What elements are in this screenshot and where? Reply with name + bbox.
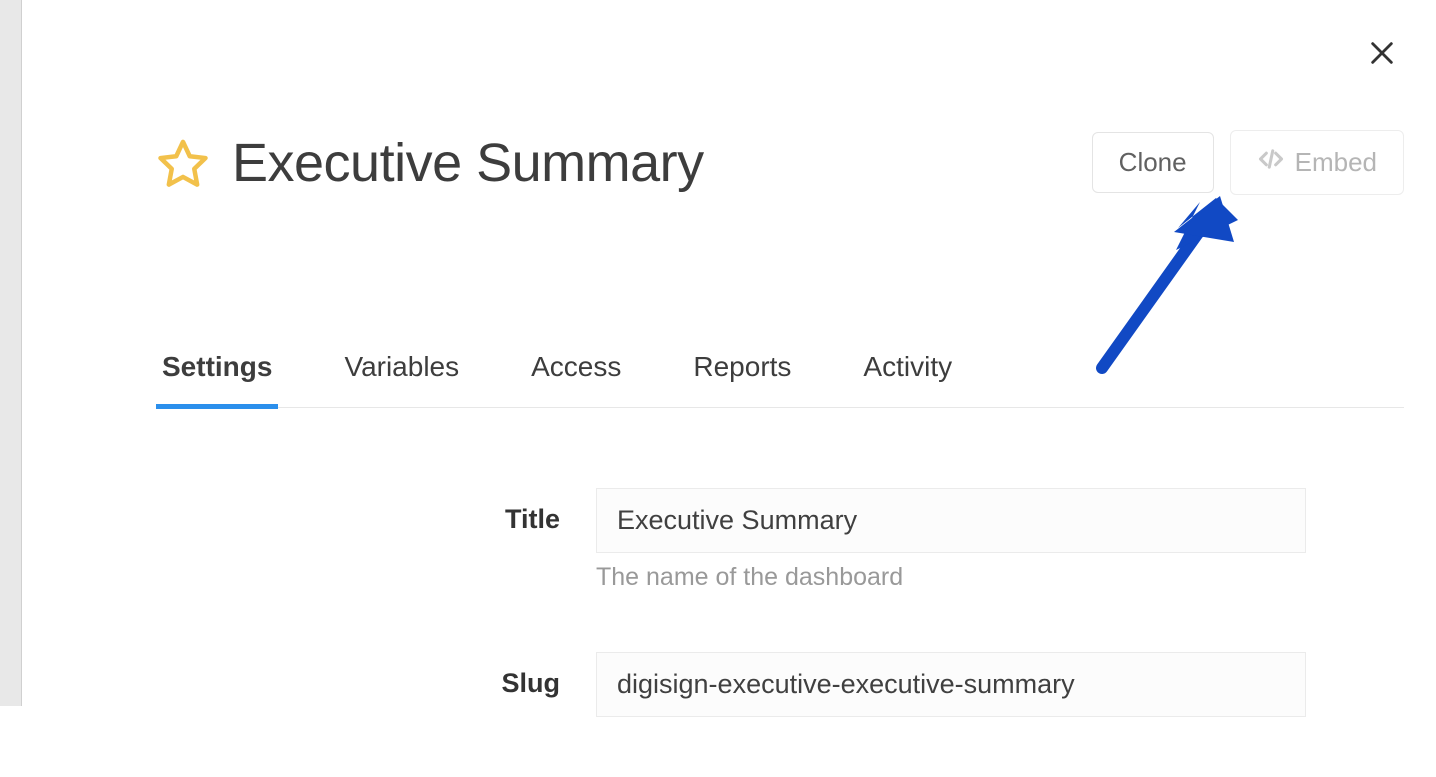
tab-access[interactable]: Access xyxy=(525,350,627,407)
tab-variables[interactable]: Variables xyxy=(338,350,465,407)
form-row-title: Title The name of the dashboard xyxy=(156,488,1404,592)
tab-activity[interactable]: Activity xyxy=(857,350,958,407)
clone-button-label: Clone xyxy=(1119,147,1187,178)
tab-reports[interactable]: Reports xyxy=(687,350,797,407)
tab-settings[interactable]: Settings xyxy=(156,350,278,407)
clone-button[interactable]: Clone xyxy=(1092,132,1214,193)
close-icon xyxy=(1368,39,1396,70)
settings-form: Title The name of the dashboard Slug xyxy=(156,488,1404,717)
dashboard-settings-modal: Executive Summary Clone Embed xyxy=(22,0,1436,706)
title-input[interactable] xyxy=(596,488,1306,553)
title-group: Executive Summary xyxy=(156,132,704,194)
embed-button[interactable]: Embed xyxy=(1230,130,1404,195)
modal-backdrop-sliver xyxy=(0,0,22,706)
header-actions: Clone Embed xyxy=(1092,130,1404,195)
title-help-text: The name of the dashboard xyxy=(596,563,1306,592)
tab-bar: Settings Variables Access Reports Activi… xyxy=(156,350,1404,408)
page-title: Executive Summary xyxy=(232,132,704,194)
close-button[interactable] xyxy=(1362,34,1402,74)
form-row-slug: Slug xyxy=(156,652,1404,717)
modal-header: Executive Summary Clone Embed xyxy=(156,130,1404,195)
slug-input[interactable] xyxy=(596,652,1306,717)
star-icon[interactable] xyxy=(156,136,210,190)
code-icon xyxy=(1257,145,1285,180)
slug-label: Slug xyxy=(156,652,596,699)
title-label: Title xyxy=(156,488,596,535)
embed-button-label: Embed xyxy=(1295,147,1377,178)
